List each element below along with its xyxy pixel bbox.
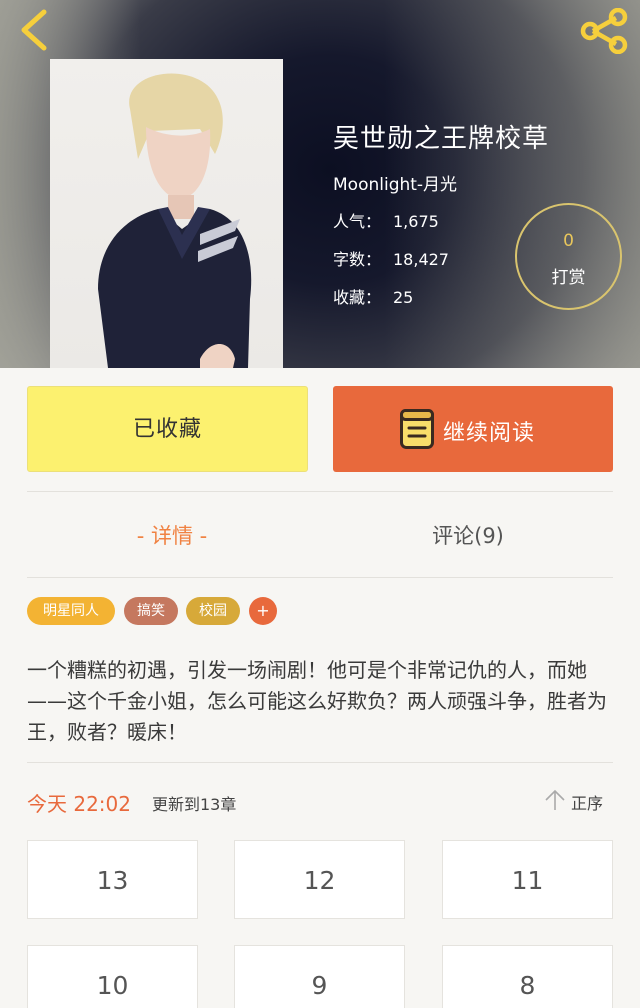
update-time: 今天 22:02 (27, 792, 131, 816)
book-summary: 一个糟糕的初遇，引发一场闹剧！他可是个非常记仇的人，而她——这个千金小姐，怎么可… (27, 658, 607, 744)
favorited-button[interactable]: 已收藏 (27, 386, 308, 472)
book-icon (400, 409, 434, 449)
tag-campus[interactable]: 校园 (186, 597, 240, 625)
stat-popularity: 人气： 1,675 (333, 208, 439, 232)
continue-reading-label: 继续阅读 (443, 421, 536, 446)
update-status: 更新到13章 (152, 795, 237, 814)
book-author[interactable]: Moonlight-月光 (333, 170, 457, 195)
divider (27, 491, 613, 492)
chapter-button[interactable]: 12 (234, 840, 405, 919)
share-icon (580, 7, 628, 55)
tip-button[interactable]: 0 打赏 (515, 203, 622, 310)
stat-label: 人气： (333, 212, 382, 231)
stat-value: 25 (393, 288, 414, 307)
tab-comments[interactable]: 评论(9) (323, 520, 613, 550)
book-title: 吴世勋之王牌校草 (333, 124, 550, 154)
tag-celebrity-fanfic[interactable]: 明星同人 (27, 597, 115, 625)
tip-count: 0 (563, 231, 574, 251)
stat-value: 1,675 (393, 212, 439, 231)
stat-label: 收藏： (333, 288, 382, 307)
sort-order-button[interactable]: 正序 (543, 788, 615, 814)
chapter-button[interactable]: 11 (442, 840, 613, 919)
add-tag-button[interactable]: + (249, 597, 277, 625)
book-cover-image (50, 59, 283, 368)
stat-favorites: 收藏： 25 (333, 284, 413, 308)
divider (27, 762, 613, 763)
share-button[interactable] (578, 7, 630, 55)
continue-reading-button[interactable]: 继续阅读 (333, 386, 613, 472)
chapter-button[interactable]: 13 (27, 840, 198, 919)
arrow-up-icon (545, 789, 565, 810)
stat-word-count: 字数： 18,427 (333, 246, 449, 270)
tag-funny[interactable]: 搞笑 (124, 597, 178, 625)
stat-label: 字数： (333, 250, 382, 269)
tip-label: 打赏 (551, 268, 586, 288)
chapter-button[interactable]: 10 (27, 945, 198, 1008)
chapter-button[interactable]: 9 (234, 945, 405, 1008)
back-button[interactable] (14, 8, 54, 52)
divider (27, 577, 613, 578)
book-header: 吴世勋之王牌校草 Moonlight-月光 人气： 1,675 字数： 18,427… (0, 0, 640, 368)
sort-order-label: 正序 (571, 794, 604, 813)
stat-value: 18,427 (393, 250, 449, 269)
chapter-button[interactable]: 8 (442, 945, 613, 1008)
chevron-left-icon (21, 9, 47, 51)
tab-detail[interactable]: - 详情 - (27, 520, 317, 550)
